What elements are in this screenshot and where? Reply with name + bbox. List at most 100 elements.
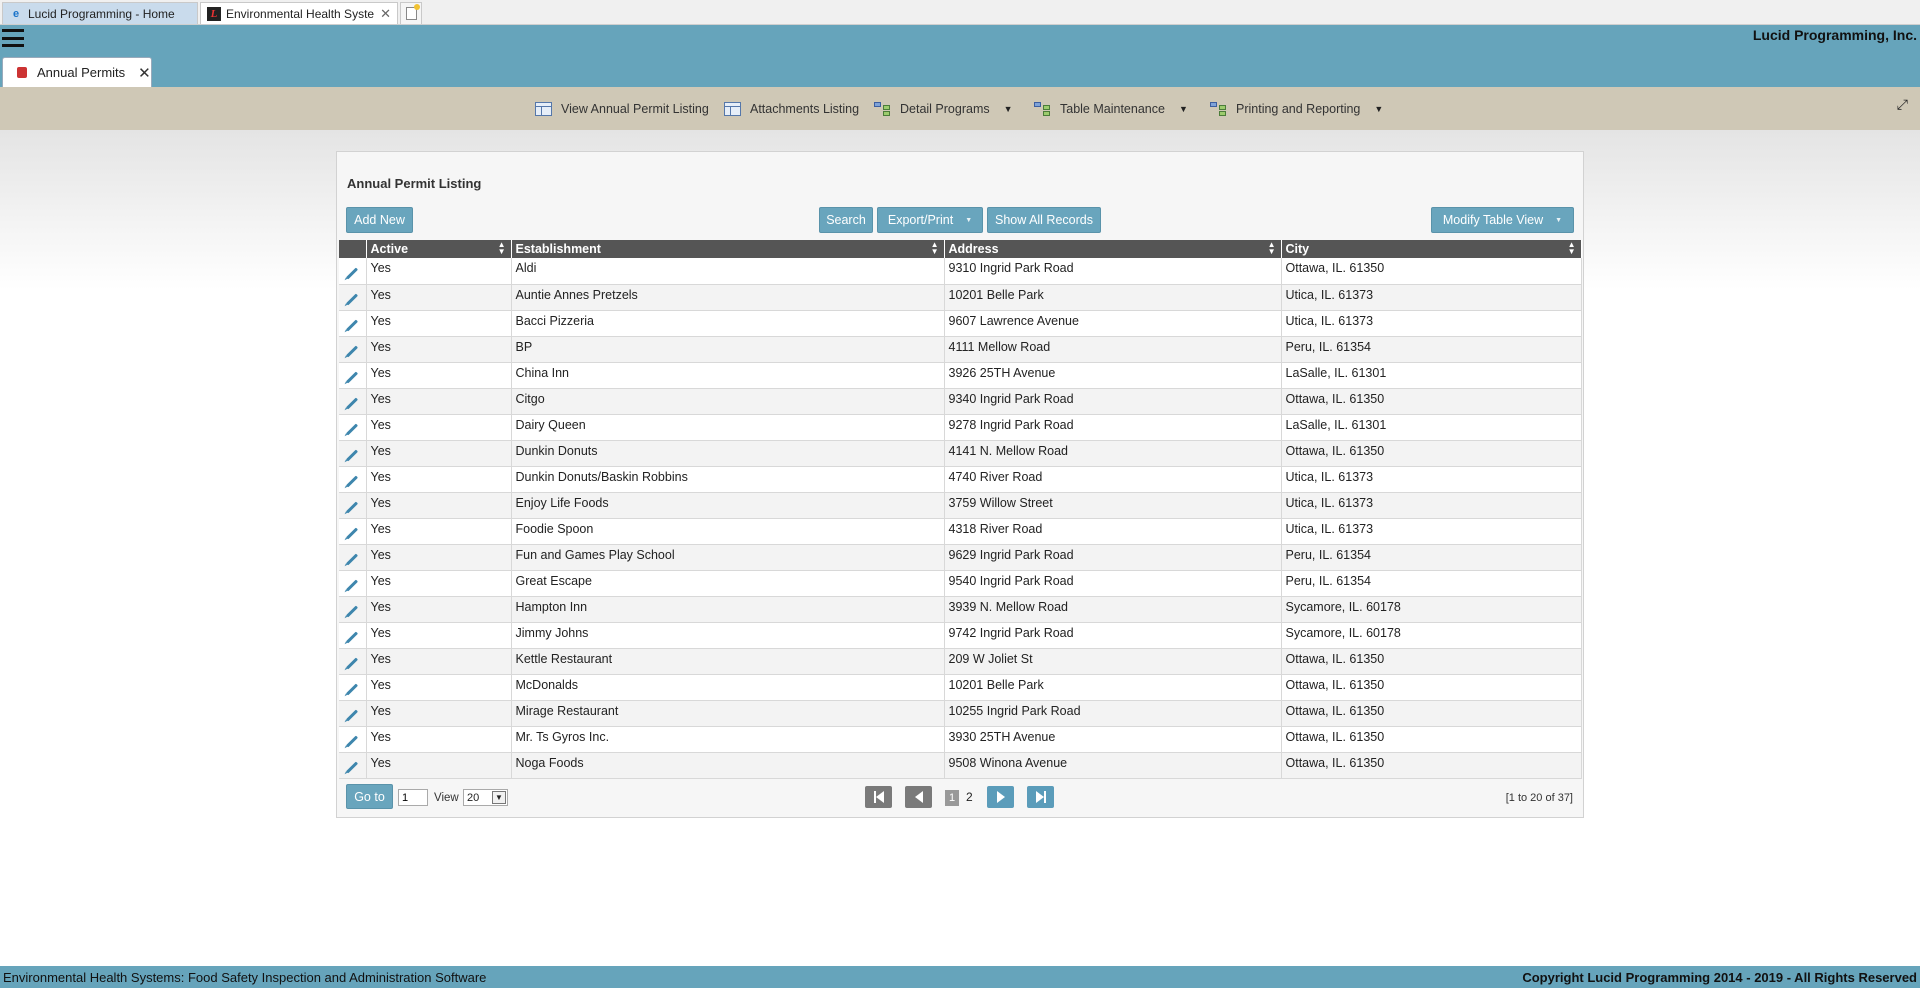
table-row[interactable]: Yes Aldi 9310 Ingrid Park Road Ottawa, IL. … <box>339 258 1582 285</box>
rows-per-page-select[interactable]: 20 ▼ <box>463 789 508 806</box>
go-to-button[interactable]: Go to <box>346 784 393 809</box>
edit-cell[interactable] <box>339 466 367 493</box>
table-row[interactable]: Yes Mirage Restaurant 10255 Ingrid Park Ro… <box>339 700 1582 727</box>
pencil-icon[interactable] <box>346 449 359 462</box>
pencil-icon[interactable] <box>346 657 359 670</box>
record-count-info: [1 to 20 of 37] <box>1505 792 1573 804</box>
edit-cell[interactable] <box>339 622 367 649</box>
table-row[interactable]: Yes Jimmy Johns 9742 Ingrid Park Road Sycam… <box>339 622 1582 649</box>
edit-cell[interactable] <box>339 752 367 779</box>
pencil-icon[interactable] <box>346 709 359 722</box>
pencil-icon[interactable] <box>346 631 359 644</box>
table-row[interactable]: Yes Dunkin Donuts/Baskin Robbins 4740 Rive… <box>339 466 1582 493</box>
menu-item-view-annual-permit-listing[interactable]: View Annual Permit Listing <box>535 87 709 130</box>
pencil-icon[interactable] <box>346 683 359 696</box>
table-row[interactable]: Yes BP 4111 Mellow Road Peru, IL. 61354 <box>339 336 1582 363</box>
edit-cell[interactable] <box>339 596 367 623</box>
pencil-icon[interactable] <box>346 293 359 306</box>
edit-cell[interactable] <box>339 570 367 597</box>
table-row[interactable]: Yes Citgo 9340 Ingrid Park Road Ottawa, IL.… <box>339 388 1582 415</box>
cell-active: Yes <box>366 310 512 337</box>
edit-cell[interactable] <box>339 336 367 363</box>
sort-icon[interactable]: ▲ ▼ <box>1568 241 1576 256</box>
edit-cell[interactable] <box>339 284 367 311</box>
menu-item-table-maintenance[interactable]: Table Maintenance ▼ <box>1034 87 1188 130</box>
previous-page-button[interactable] <box>905 786 932 808</box>
cell-active: Yes <box>366 492 512 519</box>
table-row[interactable]: Yes China Inn 3926 25TH Avenue LaSalle, IL.… <box>339 362 1582 389</box>
edit-cell[interactable] <box>339 700 367 727</box>
column-header-address[interactable]: Address ▲ ▼ <box>944 240 1282 258</box>
hamburger-menu-icon[interactable] <box>2 29 24 47</box>
pencil-icon[interactable] <box>346 397 359 410</box>
page-link-current[interactable]: 1 <box>945 790 959 806</box>
next-page-button[interactable] <box>987 786 1014 808</box>
edit-cell[interactable] <box>339 518 367 545</box>
table-row[interactable]: Yes Foodie Spoon 4318 River Road Utica, IL.… <box>339 518 1582 545</box>
browser-tab-ehs[interactable]: L Environmental Health Syste... ✕ <box>200 2 398 24</box>
table-row[interactable]: Yes Noga Foods 9508 Winona Avenue Ottawa, I… <box>339 752 1582 779</box>
export-print-button[interactable]: Export/Print ▼ <box>877 207 983 233</box>
edit-cell[interactable] <box>339 388 367 415</box>
table-row[interactable]: Yes Auntie Annes Pretzels 10201 Belle Park… <box>339 284 1582 311</box>
menu-item-attachments-listing[interactable]: Attachments Listing <box>724 87 859 130</box>
new-tab-button[interactable] <box>400 2 422 24</box>
edit-cell[interactable] <box>339 544 367 571</box>
pencil-icon[interactable] <box>346 267 359 280</box>
table-row[interactable]: Yes Mr. Ts Gyros Inc. 3930 25TH Avenue Otta… <box>339 726 1582 753</box>
edit-cell[interactable] <box>339 414 367 441</box>
column-header-establishment[interactable]: Establishment ▲ ▼ <box>511 240 945 258</box>
pencil-icon[interactable] <box>346 319 359 332</box>
table-row[interactable]: Yes Enjoy Life Foods 3759 Willow Street Uti… <box>339 492 1582 519</box>
close-icon[interactable]: ✕ <box>380 6 391 22</box>
column-header-city[interactable]: City ▲ ▼ <box>1281 240 1582 258</box>
show-all-records-button[interactable]: Show All Records <box>987 207 1101 233</box>
table-row[interactable]: Yes Dairy Queen 9278 Ingrid Park Road LaSal… <box>339 414 1582 441</box>
pencil-icon[interactable] <box>346 605 359 618</box>
table-row[interactable]: Yes McDonalds 10201 Belle Park Ottawa, IL. … <box>339 674 1582 701</box>
table-row[interactable]: Yes Fun and Games Play School 9629 Ingrid … <box>339 544 1582 571</box>
table-row[interactable]: Yes Dunkin Donuts 4141 N. Mellow Road Ottaw… <box>339 440 1582 467</box>
edit-cell[interactable] <box>339 492 367 519</box>
edit-cell[interactable] <box>339 258 367 285</box>
page-number-input[interactable] <box>398 789 428 806</box>
menu-item-printing-and-reporting[interactable]: Printing and Reporting ▼ <box>1210 87 1383 130</box>
pencil-icon[interactable] <box>346 423 359 436</box>
browser-tab-home[interactable]: e Lucid Programming - Home <box>2 2 198 24</box>
table-row[interactable]: Yes Kettle Restaurant 209 W Joliet St Ottaw… <box>339 648 1582 675</box>
pencil-icon[interactable] <box>346 579 359 592</box>
edit-cell[interactable] <box>339 648 367 675</box>
tab-annual-permits[interactable]: Annual Permits ✕ <box>2 57 152 87</box>
menu-item-detail-programs[interactable]: Detail Programs ▼ <box>874 87 1013 130</box>
close-icon[interactable]: ✕ <box>138 64 151 82</box>
sort-icon[interactable]: ▲ ▼ <box>498 241 506 256</box>
edit-cell[interactable] <box>339 440 367 467</box>
modify-table-view-button[interactable]: Modify Table View ▼ <box>1431 207 1574 233</box>
sort-icon[interactable]: ▲ ▼ <box>931 241 939 256</box>
table-row[interactable]: Yes Great Escape 9540 Ingrid Park Road Peru… <box>339 570 1582 597</box>
pencil-icon[interactable] <box>346 475 359 488</box>
pencil-icon[interactable] <box>346 553 359 566</box>
pencil-icon[interactable] <box>346 371 359 384</box>
edit-cell[interactable] <box>339 362 367 389</box>
search-button[interactable]: Search <box>819 207 873 233</box>
cell-establishment: Kettle Restaurant <box>511 648 945 675</box>
add-new-button[interactable]: Add New <box>346 207 413 233</box>
edit-cell[interactable] <box>339 726 367 753</box>
cell-establishment: Dairy Queen <box>511 414 945 441</box>
fullscreen-icon[interactable]: ⤢ <box>1897 96 1908 113</box>
table-row[interactable]: Yes Hampton Inn 3939 N. Mellow Road Sycamor… <box>339 596 1582 623</box>
pencil-icon[interactable] <box>346 501 359 514</box>
pencil-icon[interactable] <box>346 345 359 358</box>
page-link-2[interactable]: 2 <box>966 790 973 804</box>
edit-cell[interactable] <box>339 674 367 701</box>
edit-cell[interactable] <box>339 310 367 337</box>
table-row[interactable]: Yes Bacci Pizzeria 9607 Lawrence Avenue Uti… <box>339 310 1582 337</box>
column-header-active[interactable]: Active ▲ ▼ <box>366 240 512 258</box>
last-page-button[interactable] <box>1027 786 1054 808</box>
sort-icon[interactable]: ▲ ▼ <box>1268 241 1276 256</box>
pencil-icon[interactable] <box>346 735 359 748</box>
pencil-icon[interactable] <box>346 761 359 774</box>
pencil-icon[interactable] <box>346 527 359 540</box>
first-page-button[interactable] <box>865 786 892 808</box>
